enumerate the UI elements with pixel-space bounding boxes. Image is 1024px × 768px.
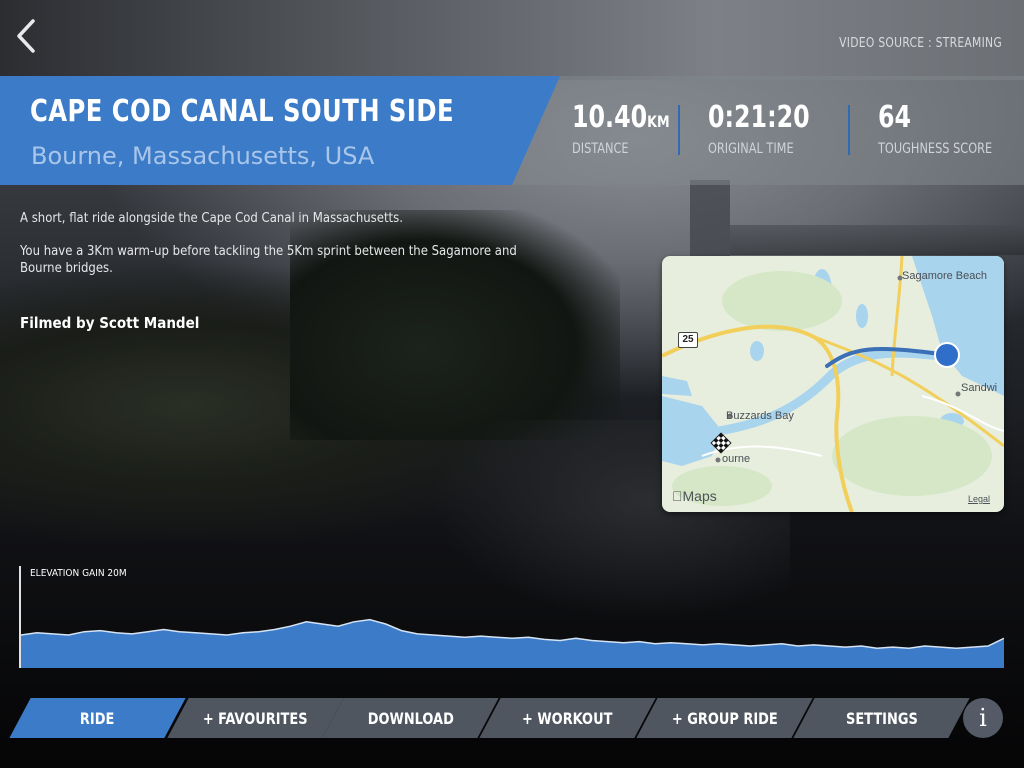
time-label: ORIGINAL TIME: [708, 141, 794, 157]
elevation-fill: [21, 619, 1004, 668]
stat-original-time: 0:21:20 ORIGINAL TIME: [708, 100, 824, 157]
map-label-sandwich: Sandwi: [961, 382, 998, 394]
route-description: A short, flat ride alongside the Cape Co…: [20, 210, 540, 293]
bridge-span: [730, 225, 1024, 255]
stat-toughness: 64 TOUGHNESS SCORE: [878, 100, 1005, 157]
route-title: CAPE COD CANAL SOUTH SIDE: [30, 94, 455, 129]
map-legal-link[interactable]: Legal: [968, 494, 990, 504]
toughness-label: TOUGHNESS SCORE: [878, 141, 993, 157]
map-label-sagamore-beach: Sagamore Beach: [902, 270, 987, 282]
distance-label: DISTANCE: [572, 141, 629, 157]
video-source-label: VIDEO SOURCE : STREAMING: [839, 36, 1002, 51]
checkered-flag-icon: [710, 432, 732, 454]
elevation-profile-chart: [21, 618, 1004, 668]
add-favourites-button[interactable]: + FAVOURITES: [178, 698, 333, 738]
map-label-bourne: ourne: [722, 453, 751, 465]
settings-button[interactable]: SETTINGS: [804, 698, 959, 738]
filmed-by-credit: Filmed by Scott Mandel: [20, 314, 200, 332]
back-button[interactable]: [12, 16, 40, 56]
stat-distance: 10.40KM DISTANCE: [572, 100, 683, 157]
distance-unit: KM: [647, 112, 670, 131]
description-paragraph: A short, flat ride alongside the Cape Co…: [20, 211, 403, 226]
stat-divider: [678, 105, 680, 155]
add-group-ride-button[interactable]: + GROUP RIDE: [647, 698, 802, 738]
chevron-left-icon: [17, 19, 35, 53]
apple-icon: : [672, 488, 683, 504]
toughness-value: 64: [878, 100, 912, 135]
route-location: Bourne, Massachusetts, USA: [31, 142, 375, 170]
info-button[interactable]: i: [963, 698, 1003, 738]
time-value: 0:21:20: [708, 100, 810, 135]
ride-button[interactable]: RIDE: [20, 698, 175, 738]
stat-divider: [848, 105, 850, 155]
route-shield-icon: 25: [678, 332, 698, 348]
download-button[interactable]: DOWNLOAD: [333, 698, 488, 738]
maps-brand: Maps: [672, 488, 717, 504]
route-map[interactable]: 25 Sagamore Beach Sandwi Buzzards Bay ou…: [662, 256, 1004, 512]
info-icon: i: [979, 704, 987, 732]
map-label-buzzards-bay: Buzzards Bay: [726, 410, 794, 422]
bridge-tower: [690, 180, 730, 260]
distance-value: 10.40: [572, 100, 648, 135]
description-paragraph: You have a 3Km warm-up before tackling t…: [20, 244, 517, 276]
map-canvas: [662, 256, 1004, 512]
start-location-marker: [934, 342, 960, 368]
maps-brand-text: Maps: [672, 488, 717, 504]
add-workout-button[interactable]: + WORKOUT: [490, 698, 645, 738]
